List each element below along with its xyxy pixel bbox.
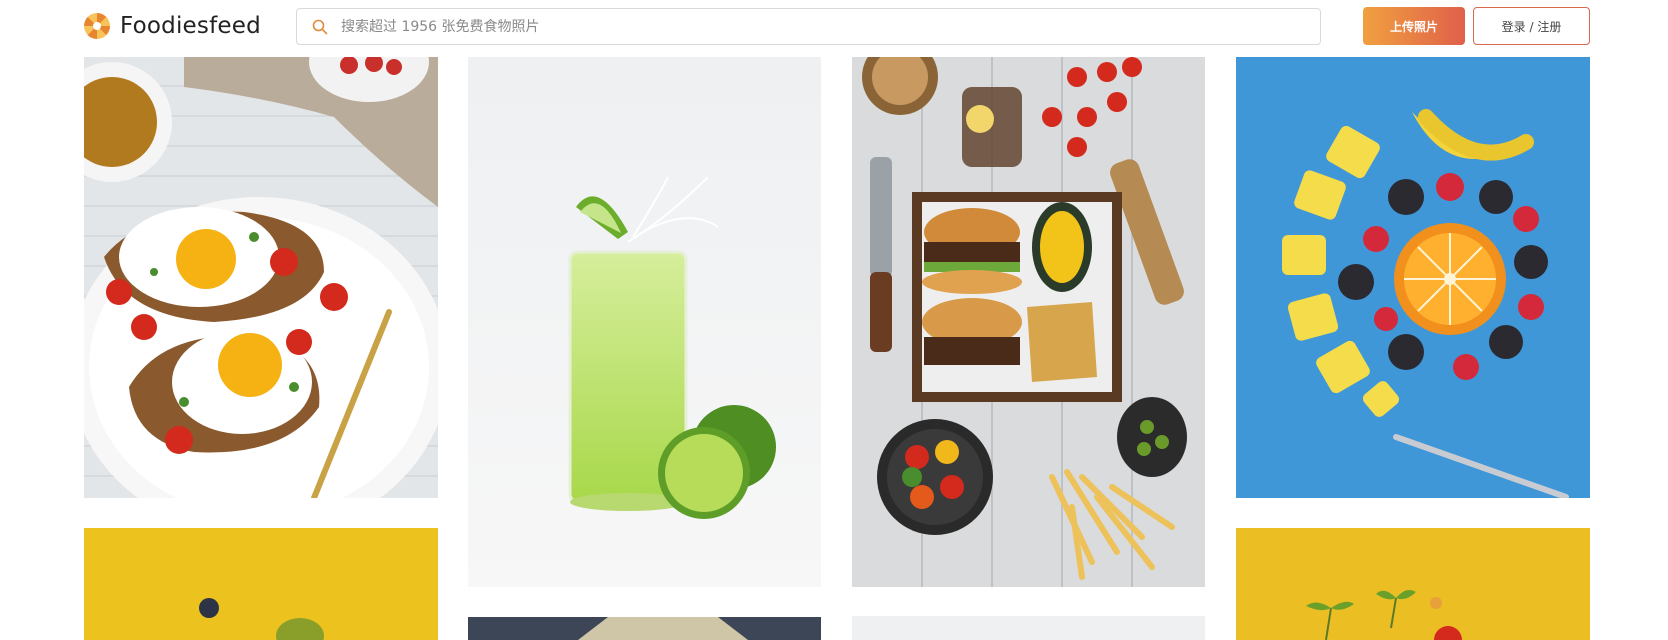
search-icon [303, 8, 337, 45]
food-photo [852, 616, 1205, 640]
photo-card[interactable] [1236, 57, 1590, 498]
search-bar[interactable] [296, 8, 1321, 45]
food-photo [1236, 57, 1590, 498]
upload-photo-button[interactable]: 上传照片 [1363, 7, 1465, 45]
photo-card[interactable] [84, 528, 438, 640]
photo-card[interactable] [468, 617, 821, 640]
photo-card[interactable] [84, 57, 438, 498]
top-bar: Foodiesfeed 上传照片 登录 / 注册 [0, 0, 1668, 56]
photo-card[interactable] [852, 57, 1205, 587]
logo[interactable]: Foodiesfeed [84, 11, 261, 41]
photo-card[interactable] [1236, 528, 1590, 640]
food-photo [852, 57, 1205, 587]
food-photo [84, 528, 438, 640]
food-photo [468, 57, 821, 587]
food-photo [468, 617, 821, 640]
login-register-button[interactable]: 登录 / 注册 [1473, 7, 1590, 45]
photo-card[interactable] [468, 57, 821, 587]
search-input[interactable] [337, 9, 1320, 44]
food-photo [84, 57, 438, 498]
logo-text: Foodiesfeed [120, 13, 261, 39]
photo-card[interactable] [852, 616, 1205, 640]
food-photo [1236, 528, 1590, 640]
logo-icon [84, 13, 110, 39]
